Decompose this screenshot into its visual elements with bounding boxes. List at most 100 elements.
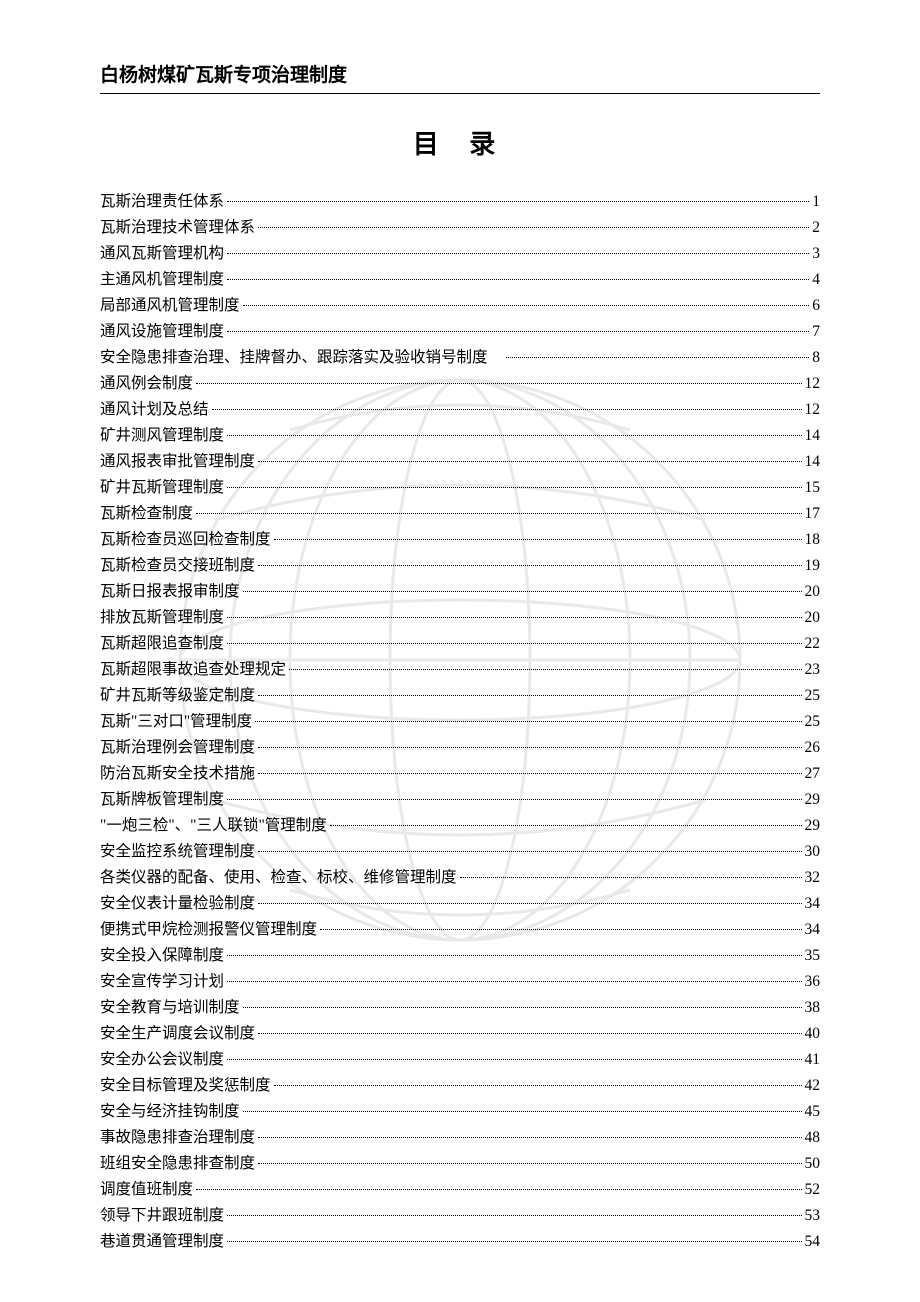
toc-item[interactable]: 局部通风机管理制度6 <box>100 293 820 319</box>
toc-item-label: 通风报表审批管理制度 <box>100 449 255 475</box>
toc-item[interactable]: "一炮三检"、"三人联锁"管理制度29 <box>100 813 820 839</box>
toc-item[interactable]: 安全仪表计量检验制度34 <box>100 891 820 917</box>
toc-leader-dots <box>243 305 810 306</box>
toc-item[interactable]: 安全投入保障制度 35 <box>100 943 820 969</box>
toc-item[interactable]: 瓦斯"三对口"管理制度 25 <box>100 709 820 735</box>
toc-item[interactable]: 便携式甲烷检测报警仪管理制度34 <box>100 917 820 943</box>
toc-item[interactable]: 排放瓦斯管理制度20 <box>100 605 820 631</box>
toc-item-page: 25 <box>805 683 821 709</box>
toc-leader-dots <box>289 669 801 670</box>
toc-item[interactable]: 瓦斯超限事故追查处理规定23 <box>100 657 820 683</box>
toc-item-page: 14 <box>805 449 821 475</box>
toc-item-label: 通风设施管理制度 <box>100 319 224 345</box>
toc-item-page: 18 <box>805 527 821 553</box>
toc-item-page: 35 <box>805 943 821 969</box>
toc-item[interactable]: 领导下井跟班制度53 <box>100 1203 820 1229</box>
toc-item[interactable]: 安全隐患排查治理、挂牌督办、跟踪落实及验收销号制度 8 <box>100 345 820 371</box>
toc-item[interactable]: 主通风机管理制度4 <box>100 267 820 293</box>
toc-item[interactable]: 安全监控系统管理制度30 <box>100 839 820 865</box>
toc-item[interactable]: 通风报表审批管理制度 14 <box>100 449 820 475</box>
toc-item-label: 安全与经济挂钩制度 <box>100 1099 240 1125</box>
toc-item[interactable]: 安全办公会议制度 41 <box>100 1047 820 1073</box>
toc-item[interactable]: 瓦斯检查员巡回检查制度18 <box>100 527 820 553</box>
toc-leader-dots <box>258 461 801 462</box>
toc-item[interactable]: 瓦斯治理责任体系1 <box>100 189 820 215</box>
toc-item-page: 15 <box>805 475 821 501</box>
toc-leader-dots <box>274 539 802 540</box>
toc-item-page: 17 <box>805 501 821 527</box>
toc-item[interactable]: 通风例会制度12 <box>100 371 820 397</box>
toc-item[interactable]: 安全宣传学习计划 36 <box>100 969 820 995</box>
toc-item[interactable]: 通风设施管理制度7 <box>100 319 820 345</box>
toc-item-label: 矿井瓦斯等级鉴定制度 <box>100 683 255 709</box>
toc-item-page: 27 <box>805 761 821 787</box>
toc-leader-dots <box>258 227 809 228</box>
toc-item-page: 8 <box>812 345 820 371</box>
toc-leader-dots <box>258 565 801 566</box>
toc-item[interactable]: 各类仪器的配备、使用、检查、标校、维修管理制度32 <box>100 865 820 891</box>
toc-item[interactable]: 安全目标管理及奖惩制度42 <box>100 1073 820 1099</box>
toc-item-label: 安全仪表计量检验制度 <box>100 891 255 917</box>
toc-item[interactable]: 瓦斯治理例会管理制度 26 <box>100 735 820 761</box>
toc-item-label: 瓦斯"三对口"管理制度 <box>100 709 252 735</box>
toc-item[interactable]: 矿井瓦斯管理制度15 <box>100 475 820 501</box>
toc-leader-dots <box>243 1111 802 1112</box>
toc-item-page: 52 <box>805 1177 821 1203</box>
toc-item[interactable]: 班组安全隐患排查制度50 <box>100 1151 820 1177</box>
toc-item-page: 36 <box>805 969 821 995</box>
toc-leader-dots <box>227 643 801 644</box>
toc-leader-dots <box>227 1215 801 1216</box>
toc-item[interactable]: 调度值班制度 52 <box>100 1177 820 1203</box>
toc-item-page: 40 <box>805 1021 821 1047</box>
toc-item[interactable]: 防治瓦斯安全技术措施27 <box>100 761 820 787</box>
toc-item[interactable]: 矿井测风管理制度14 <box>100 423 820 449</box>
toc-item-label: 排放瓦斯管理制度 <box>100 605 224 631</box>
toc-leader-dots <box>227 435 801 436</box>
toc-item[interactable]: 安全与经济挂钩制度45 <box>100 1099 820 1125</box>
toc-item-page: 50 <box>805 1151 821 1177</box>
toc-item[interactable]: 瓦斯检查制度17 <box>100 501 820 527</box>
toc-item-label: 安全投入保障制度 <box>100 943 224 969</box>
toc-item-page: 29 <box>805 813 821 839</box>
toc-item-label: 瓦斯超限追查制度 <box>100 631 224 657</box>
toc-item-label: 瓦斯治理责任体系 <box>100 189 224 215</box>
toc-leader-dots <box>227 331 809 332</box>
toc-leader-dots <box>506 357 809 358</box>
toc-item-page: 41 <box>805 1047 821 1073</box>
toc-item[interactable]: 通风计划及总结12 <box>100 397 820 423</box>
toc-leader-dots <box>255 721 801 722</box>
toc-item-label: 安全办公会议制度 <box>100 1047 224 1073</box>
toc-item[interactable]: 瓦斯超限追查制度 22 <box>100 631 820 657</box>
toc-item[interactable]: 事故隐患排查治理制度48 <box>100 1125 820 1151</box>
toc-item[interactable]: 瓦斯日报表报审制度20 <box>100 579 820 605</box>
toc-leader-dots <box>227 279 809 280</box>
toc-item[interactable]: 巷道贯通管理制度54 <box>100 1229 820 1255</box>
toc-item-page: 14 <box>805 423 821 449</box>
toc-item[interactable]: 瓦斯牌板管理制度 29 <box>100 787 820 813</box>
toc-item[interactable]: 瓦斯治理技术管理体系2 <box>100 215 820 241</box>
toc-item[interactable]: 安全生产调度会议制度40 <box>100 1021 820 1047</box>
toc-item[interactable]: 通风瓦斯管理机构3 <box>100 241 820 267</box>
toc-item-label: 便携式甲烷检测报警仪管理制度 <box>100 917 317 943</box>
toc-item-label: 瓦斯牌板管理制度 <box>100 787 224 813</box>
toc-item-label: 调度值班制度 <box>100 1177 193 1203</box>
toc-item[interactable]: 矿井瓦斯等级鉴定制度 25 <box>100 683 820 709</box>
toc-item[interactable]: 安全教育与培训制度38 <box>100 995 820 1021</box>
toc-leader-dots <box>243 1007 802 1008</box>
toc-item-page: 12 <box>805 371 821 397</box>
toc-item-page: 26 <box>805 735 821 761</box>
toc-item-label: 安全宣传学习计划 <box>100 969 224 995</box>
toc-leader-dots <box>243 591 802 592</box>
toc-item[interactable]: 瓦斯检查员交接班制度19 <box>100 553 820 579</box>
toc-item-page: 53 <box>805 1203 821 1229</box>
toc-leader-dots <box>227 617 801 618</box>
toc-leader-dots <box>274 1085 802 1086</box>
toc-leader-dots <box>330 825 802 826</box>
toc-item-label: 瓦斯治理例会管理制度 <box>100 735 255 761</box>
toc-item-page: 22 <box>805 631 821 657</box>
toc-item-page: 25 <box>805 709 821 735</box>
toc-item-page: 29 <box>805 787 821 813</box>
toc-leader-dots <box>258 695 801 696</box>
toc-heading: 目 录 <box>100 124 820 161</box>
toc-list: 瓦斯治理责任体系1瓦斯治理技术管理体系2通风瓦斯管理机构3主通风机管理制度4局部… <box>100 189 820 1255</box>
